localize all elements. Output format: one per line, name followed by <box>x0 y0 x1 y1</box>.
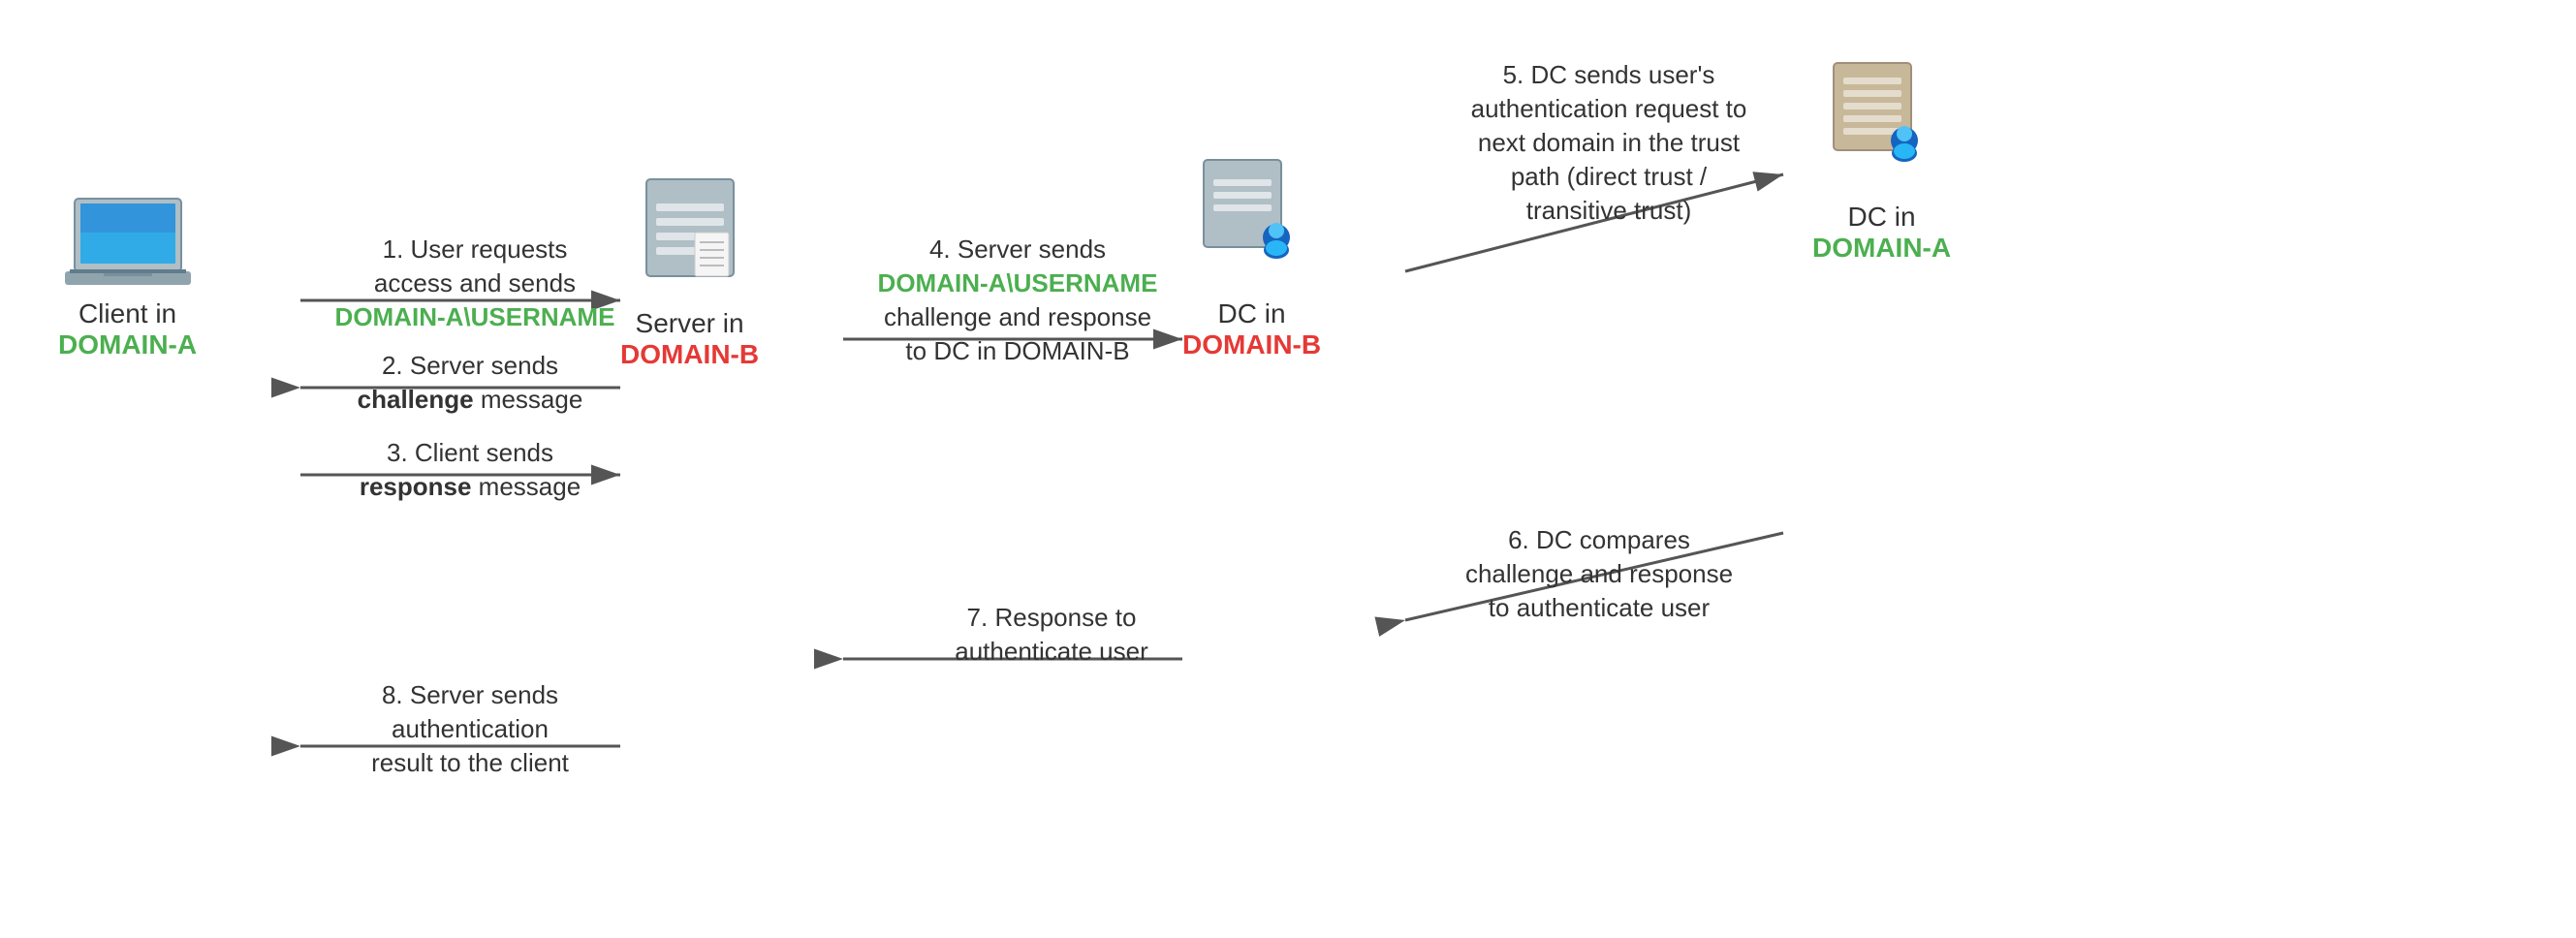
msg1: 1. User requestsaccess and sendsDOMAIN-A… <box>320 233 630 334</box>
server-domain: DOMAIN-B <box>620 339 759 370</box>
diagram: Client in DOMAIN-A Server in DOMAIN-B <box>0 0 2576 938</box>
msg5: 5. DC sends user'sauthentication request… <box>1396 58 1822 228</box>
dc-b-label: DC in <box>1218 298 1286 329</box>
dc-b-actor: DC in DOMAIN-B <box>1182 155 1321 360</box>
laptop-icon <box>65 194 191 291</box>
server-actor: Server in DOMAIN-B <box>620 174 759 370</box>
server-label: Server in <box>636 308 744 339</box>
msg6: 6. DC compareschallenge and responseto a… <box>1396 523 1803 625</box>
msg2: 2. Server sendschallenge message <box>320 349 620 417</box>
dc-a-domain: DOMAIN-A <box>1812 233 1951 264</box>
client-actor: Client in DOMAIN-A <box>58 194 197 360</box>
dc-a-icon <box>1824 58 1940 194</box>
msg8: 8. Server sendsauthenticationresult to t… <box>320 678 620 780</box>
msg4: 4. Server sendsDOMAIN-A\USERNAMEchalleng… <box>843 233 1192 368</box>
client-domain: DOMAIN-A <box>58 329 197 360</box>
server-icon <box>637 174 743 300</box>
client-label: Client in <box>79 298 176 329</box>
dc-b-icon <box>1194 155 1310 291</box>
msg3: 3. Client sendsresponse message <box>320 436 620 504</box>
dc-b-domain: DOMAIN-B <box>1182 329 1321 360</box>
dc-a-label: DC in <box>1848 202 1916 233</box>
msg7: 7. Response toauthenticate user <box>901 601 1202 669</box>
dc-a-actor: DC in DOMAIN-A <box>1812 58 1951 264</box>
